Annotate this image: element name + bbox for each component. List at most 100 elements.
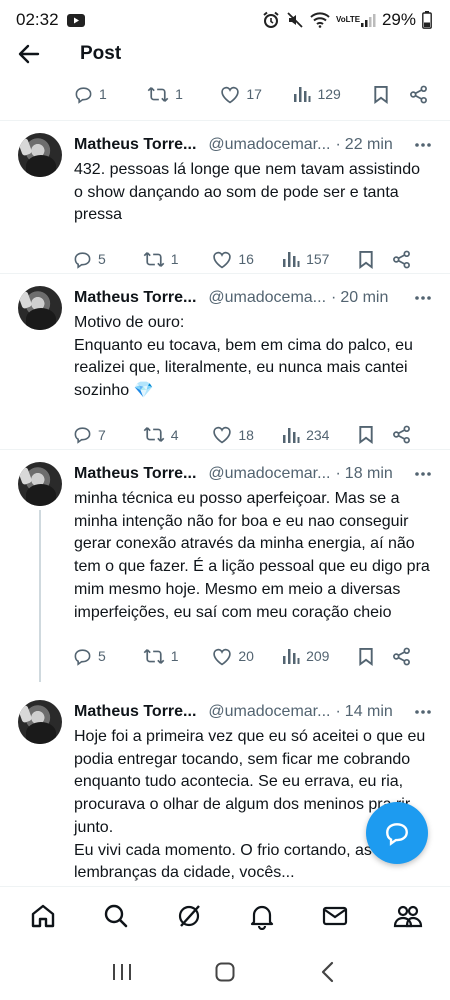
repost-count: 1 [170,251,179,268]
reply-button[interactable]: 1 [74,85,147,104]
reply-button[interactable]: 5 [73,647,143,666]
views-icon [283,252,300,268]
repost-button[interactable]: 1 [143,250,213,269]
reply-icon [74,427,91,445]
recent-apps-icon [112,964,131,980]
back-button[interactable] [0,34,58,74]
views-button[interactable]: 129 [293,85,373,103]
more-options-button[interactable] [414,471,432,477]
bookmark-button[interactable] [358,425,391,445]
separator: · [335,703,341,720]
bookmark-icon [359,647,373,666]
author-name[interactable]: Matheus Torre... [74,703,196,721]
nav-grok[interactable] [164,891,214,941]
author-handle[interactable]: @umadocemar... [208,136,330,154]
avatar[interactable] [18,133,62,177]
repost-icon [147,86,169,102]
nav-home[interactable] [18,891,68,941]
repost-button[interactable]: 1 [147,85,220,104]
author-handle[interactable]: @umadocemar... [208,703,330,721]
reply-button[interactable]: 5 [73,250,143,269]
author-name[interactable]: Matheus Torre... [74,289,196,307]
views-icon [283,649,300,665]
author-name[interactable]: Matheus Torre... [74,136,196,154]
search-icon [104,904,127,927]
post-header: Post [0,34,450,74]
post-text: Hoje foi a primeira vez que eu só aceite… [74,728,426,882]
repost-button[interactable]: 4 [143,425,213,444]
mute-icon [286,11,304,29]
more-options-button[interactable] [414,295,432,301]
author-handle[interactable]: @umadocema... [208,289,326,307]
like-button[interactable]: 20 [212,647,282,666]
notifications-icon [250,905,273,930]
views-button[interactable]: 157 [282,250,358,268]
more-options-button[interactable] [414,709,432,715]
recent-apps-button[interactable] [102,952,142,992]
post-time[interactable]: 18 min [345,465,393,483]
bookmark-button[interactable] [373,85,408,104]
share-button[interactable] [392,250,414,269]
youtube-icon [66,13,85,27]
home-system-button[interactable] [205,952,245,992]
thread-post[interactable]: Matheus Torre... @umadocemar... · 18 min… [0,450,450,696]
like-count: 16 [238,251,254,268]
repost-button[interactable]: 1 [143,647,213,666]
like-count: 20 [238,648,254,665]
thread-post[interactable]: Matheus Torre... @umadocema... · 20 min … [0,274,450,449]
communities-icon [393,905,422,927]
wifi-icon [310,12,330,28]
view-count: 129 [317,86,341,102]
repost-count: 1 [170,648,179,665]
more-options-button[interactable] [414,142,432,148]
chat-bubble-icon [386,823,408,846]
like-button[interactable]: 16 [212,250,282,269]
bookmark-button[interactable] [358,250,391,269]
compose-reply-button[interactable] [366,802,428,864]
post-time[interactable]: 20 min [340,289,388,307]
post-time[interactable]: 22 min [345,136,393,154]
avatar[interactable] [18,462,62,506]
separator: · [335,465,341,482]
repost-icon [143,648,165,664]
share-button[interactable] [392,425,414,444]
battery-icon [422,11,432,29]
views-button[interactable]: 209 [282,647,358,665]
more-icon [415,710,431,714]
grok-icon [178,904,200,927]
post-time[interactable]: 14 min [345,703,393,721]
post-text: 432. pessoas lá longe que nem tavam assi… [74,161,420,224]
repost-icon [143,251,165,267]
like-button[interactable]: 18 [212,425,282,444]
back-system-button[interactable] [308,952,348,992]
thread-post[interactable]: Matheus Torre... @umadocemar... · 22 min… [0,121,450,273]
avatar[interactable] [18,286,62,330]
avatar[interactable] [18,700,62,744]
post-text: Motivo de ouro: Enquanto eu tocava, bem … [74,314,413,400]
reply-count: 1 [99,86,107,102]
chevron-left-icon [322,961,334,983]
reply-icon [74,649,91,666]
reply-button[interactable]: 7 [73,425,143,445]
thread-feed[interactable]: 1 1 17 129 Matheus Torre... @umadocemar.… [0,74,450,885]
nav-communities[interactable] [383,891,433,941]
author-handle[interactable]: @umadocemar... [208,465,330,483]
nav-notifications[interactable] [237,891,287,941]
share-button[interactable] [392,647,414,666]
system-navigation [0,944,450,1000]
bookmark-icon [359,426,373,445]
author-name[interactable]: Matheus Torre... [74,465,196,483]
separator: · [335,136,341,153]
nav-messages[interactable] [310,891,360,941]
bookmark-button[interactable] [358,647,391,666]
status-time: 02:32 [16,10,59,29]
share-button[interactable] [409,85,432,104]
like-button[interactable]: 17 [220,85,293,104]
reply-icon [74,251,91,269]
nav-search[interactable] [91,891,141,941]
heart-icon [213,648,232,666]
heart-icon [221,86,240,103]
page-title: Post [80,43,122,64]
thread-connector [39,510,41,682]
views-button[interactable]: 234 [282,426,358,444]
